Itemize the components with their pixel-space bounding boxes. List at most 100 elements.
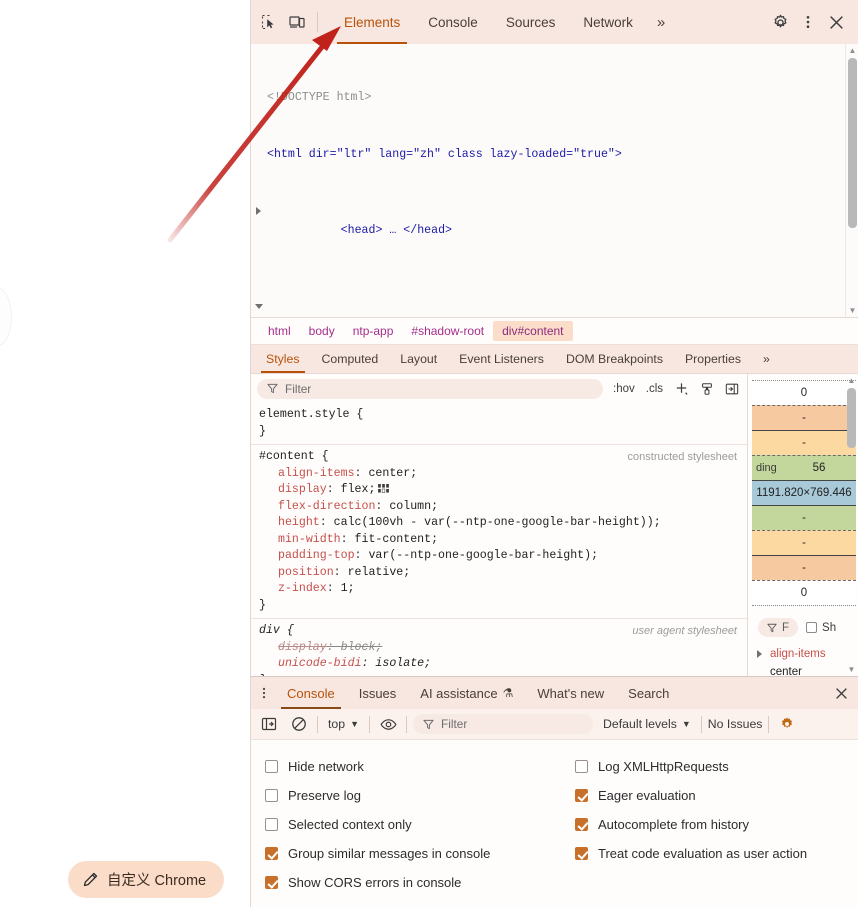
customize-chrome-button[interactable]: 自定义 Chrome <box>68 861 224 898</box>
console-context-selector[interactable]: top ▼ <box>324 717 363 731</box>
css-declaration[interactable]: height: calc(100vh - var(--ntp-one-googl… <box>259 515 739 532</box>
scrollbar-thumb[interactable] <box>847 388 856 448</box>
scroll-up-icon[interactable]: ▲ <box>845 374 858 387</box>
css-property-name[interactable]: min-width <box>278 533 341 546</box>
box-model-margin-bottom[interactable]: - <box>752 555 856 580</box>
setting-show-cors-errors[interactable]: Show CORS errors in console <box>265 868 575 897</box>
setting-group-similar-messages[interactable]: Group similar messages in console <box>265 839 575 868</box>
css-property-name[interactable]: z-index <box>278 582 327 595</box>
box-model-padding-bottom[interactable]: - <box>752 505 856 530</box>
css-property-name[interactable]: flex-direction <box>278 500 375 513</box>
checkbox[interactable] <box>265 789 278 802</box>
tab-elements[interactable]: Elements <box>330 0 414 44</box>
expand-triangle-icon[interactable] <box>757 650 762 658</box>
checkbox[interactable] <box>575 847 588 860</box>
expand-triangle-icon[interactable] <box>256 207 261 215</box>
live-expression-icon[interactable] <box>376 712 400 736</box>
css-declaration[interactable]: align-items: center; <box>259 466 739 483</box>
tab-sources[interactable]: Sources <box>492 0 570 44</box>
drawer-menu-icon[interactable] <box>253 682 275 704</box>
breadcrumb-item-html[interactable]: html <box>259 321 300 341</box>
box-model-content-size[interactable]: 1191.820×769.446 <box>752 480 856 505</box>
kebab-menu-icon[interactable] <box>794 8 822 36</box>
css-property-value[interactable]: flex; <box>341 483 376 496</box>
computed-property-name[interactable]: align-items <box>770 648 826 660</box>
box-model-padding-top[interactable]: ding 56 <box>752 455 856 480</box>
dom-line-head[interactable]: <head> … </head> <box>267 202 840 259</box>
drawer-tab-ai-assistance[interactable]: AI assistance ⚗ <box>408 677 525 709</box>
drawer-tab-console[interactable]: Console <box>275 677 347 709</box>
css-property-value[interactable]: block; <box>341 641 383 654</box>
device-toolbar-icon[interactable] <box>283 8 311 36</box>
breadcrumb-item-body[interactable]: body <box>300 321 344 341</box>
computed-pane-scrollbar[interactable]: ▲ ▼ <box>845 374 858 676</box>
scroll-down-icon[interactable]: ▼ <box>845 663 858 676</box>
clear-console-icon[interactable] <box>287 712 311 736</box>
tab-dom-breakpoints[interactable]: DOM Breakpoints <box>555 345 674 373</box>
checkbox[interactable] <box>265 760 278 773</box>
setting-log-xhr[interactable]: Log XMLHttpRequests <box>575 752 844 781</box>
css-property-name[interactable]: padding-top <box>278 549 355 562</box>
setting-hide-network[interactable]: Hide network <box>265 752 575 781</box>
tab-properties[interactable]: Properties <box>674 345 752 373</box>
scroll-down-icon[interactable]: ▼ <box>846 304 858 317</box>
console-sidebar-icon[interactable] <box>257 712 281 736</box>
checkbox[interactable] <box>575 760 588 773</box>
css-declaration[interactable]: z-index: 1; <box>259 581 739 598</box>
css-property-name[interactable]: position <box>278 566 334 579</box>
checkbox[interactable] <box>575 818 588 831</box>
cls-button[interactable]: .cls <box>642 381 667 397</box>
css-declaration[interactable]: padding-top: var(--ntp-one-google-bar-he… <box>259 548 739 565</box>
show-all-checkbox[interactable]: Sh <box>806 622 836 634</box>
setting-preserve-log[interactable]: Preserve log <box>265 781 575 810</box>
checkbox[interactable] <box>265 847 278 860</box>
sidebar-more-tabs-icon[interactable]: » <box>752 345 781 373</box>
css-selector[interactable]: element.style { <box>259 407 739 424</box>
console-issues-count[interactable]: No Issues <box>708 717 763 731</box>
scroll-up-icon[interactable]: ▲ <box>846 44 858 57</box>
css-property-value[interactable]: relative; <box>348 566 411 579</box>
computed-property-row[interactable]: align-items <box>754 645 854 663</box>
drawer-close-icon[interactable] <box>830 682 852 704</box>
css-property-name[interactable]: display <box>278 483 327 496</box>
css-property-value[interactable]: isolate; <box>375 657 431 670</box>
css-property-value[interactable]: column; <box>389 500 438 513</box>
box-model-diagram[interactable]: 0 - - ding 56 1191.820×769.446 - - - 0 <box>748 374 858 606</box>
css-property-value[interactable]: fit-content; <box>355 533 439 546</box>
breadcrumb-item-ntp-app[interactable]: ntp-app <box>344 321 403 341</box>
css-declaration[interactable]: display: flex; <box>259 482 739 499</box>
checkbox[interactable] <box>575 789 588 802</box>
css-property-value[interactable]: 1; <box>341 582 355 595</box>
tab-console[interactable]: Console <box>414 0 492 44</box>
plus-icon[interactable] <box>670 379 693 398</box>
css-property-name[interactable]: height <box>278 516 320 529</box>
drawer-tab-whats-new[interactable]: What's new <box>525 677 616 709</box>
breadcrumb-item-div-content[interactable]: div#content <box>493 321 572 341</box>
collapse-triangle-icon[interactable] <box>255 304 263 313</box>
gear-icon[interactable] <box>766 8 794 36</box>
hov-button[interactable]: :hov <box>609 381 639 397</box>
dom-tree-scrollbar[interactable]: ▲ ▼ <box>845 44 858 317</box>
checkbox[interactable] <box>265 818 278 831</box>
console-filter-input[interactable]: Filter <box>413 714 593 734</box>
breadcrumb-item-shadow-root[interactable]: #shadow-root <box>402 321 493 341</box>
dom-line-doctype[interactable]: <!DOCTYPE html> <box>267 88 840 107</box>
css-declaration[interactable]: unicode-bidi: isolate; <box>259 656 739 673</box>
console-levels-selector[interactable]: Default levels ▼ <box>599 717 695 731</box>
tab-event-listeners[interactable]: Event Listeners <box>448 345 555 373</box>
tab-layout[interactable]: Layout <box>389 345 448 373</box>
setting-treat-code-evaluation-as-user-action[interactable]: Treat code evaluation as user action <box>575 839 844 868</box>
box-model-padding-top-value[interactable]: 56 <box>813 462 826 474</box>
styles-filter-input[interactable]: Filter <box>257 379 603 399</box>
tab-network[interactable]: Network <box>569 0 647 44</box>
css-property-name[interactable]: align-items <box>278 467 355 480</box>
drawer-tab-issues[interactable]: Issues <box>347 677 409 709</box>
flex-grid-icon[interactable] <box>378 484 389 493</box>
setting-autocomplete-from-history[interactable]: Autocomplete from history <box>575 810 844 839</box>
css-property-value[interactable]: calc(100vh - var(--ntp-one-google-bar-he… <box>334 516 661 529</box>
dom-line-html[interactable]: <html dir="ltr" lang="zh" class lazy-loa… <box>267 145 840 164</box>
close-icon[interactable] <box>822 8 850 36</box>
drawer-tab-search[interactable]: Search <box>616 677 681 709</box>
css-property-value[interactable]: var(--ntp-one-google-bar-height); <box>368 549 598 562</box>
tab-styles[interactable]: Styles <box>255 345 311 373</box>
